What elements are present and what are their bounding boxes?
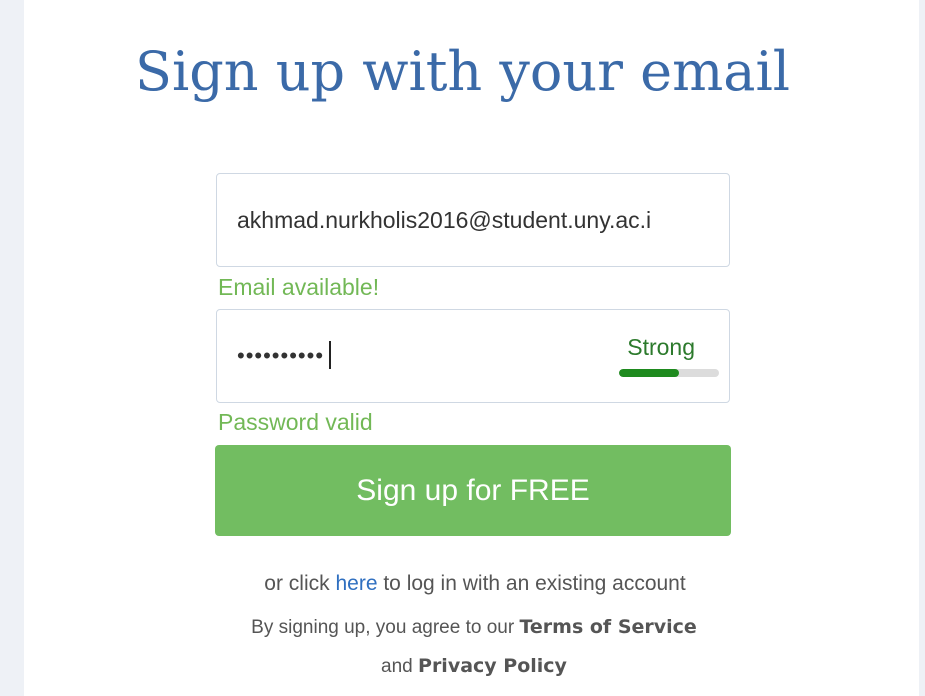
password-strength-meter — [619, 369, 719, 377]
password-input[interactable] — [237, 338, 387, 374]
terms-of-service-link[interactable]: Terms of Service — [519, 616, 696, 638]
terms-prefix-text: By signing up, you agree to our — [251, 617, 520, 638]
login-prompt: or click here to log in with an existing… — [0, 572, 925, 596]
password-status-message: Password valid — [218, 409, 373, 435]
login-link[interactable]: here — [335, 572, 377, 595]
email-field[interactable] — [216, 173, 730, 267]
privacy-notice: and Privacy Policy — [0, 655, 925, 678]
password-strength-fill — [619, 369, 679, 377]
email-status-message: Email available! — [218, 274, 380, 300]
password-field[interactable]: Strong — [216, 309, 730, 403]
and-text: and — [381, 656, 419, 677]
page-title: Sign up with your email — [134, 40, 791, 103]
password-strength-label: Strong — [627, 334, 695, 360]
login-suffix-text: to log in with an existing account — [377, 572, 686, 595]
email-input[interactable] — [237, 202, 707, 238]
login-prefix-text: or click — [264, 572, 336, 595]
text-cursor — [329, 341, 331, 369]
privacy-policy-link[interactable]: Privacy Policy — [418, 655, 567, 677]
terms-notice: By signing up, you agree to our Terms of… — [0, 616, 925, 639]
signup-button[interactable]: Sign up for FREE — [215, 445, 731, 536]
